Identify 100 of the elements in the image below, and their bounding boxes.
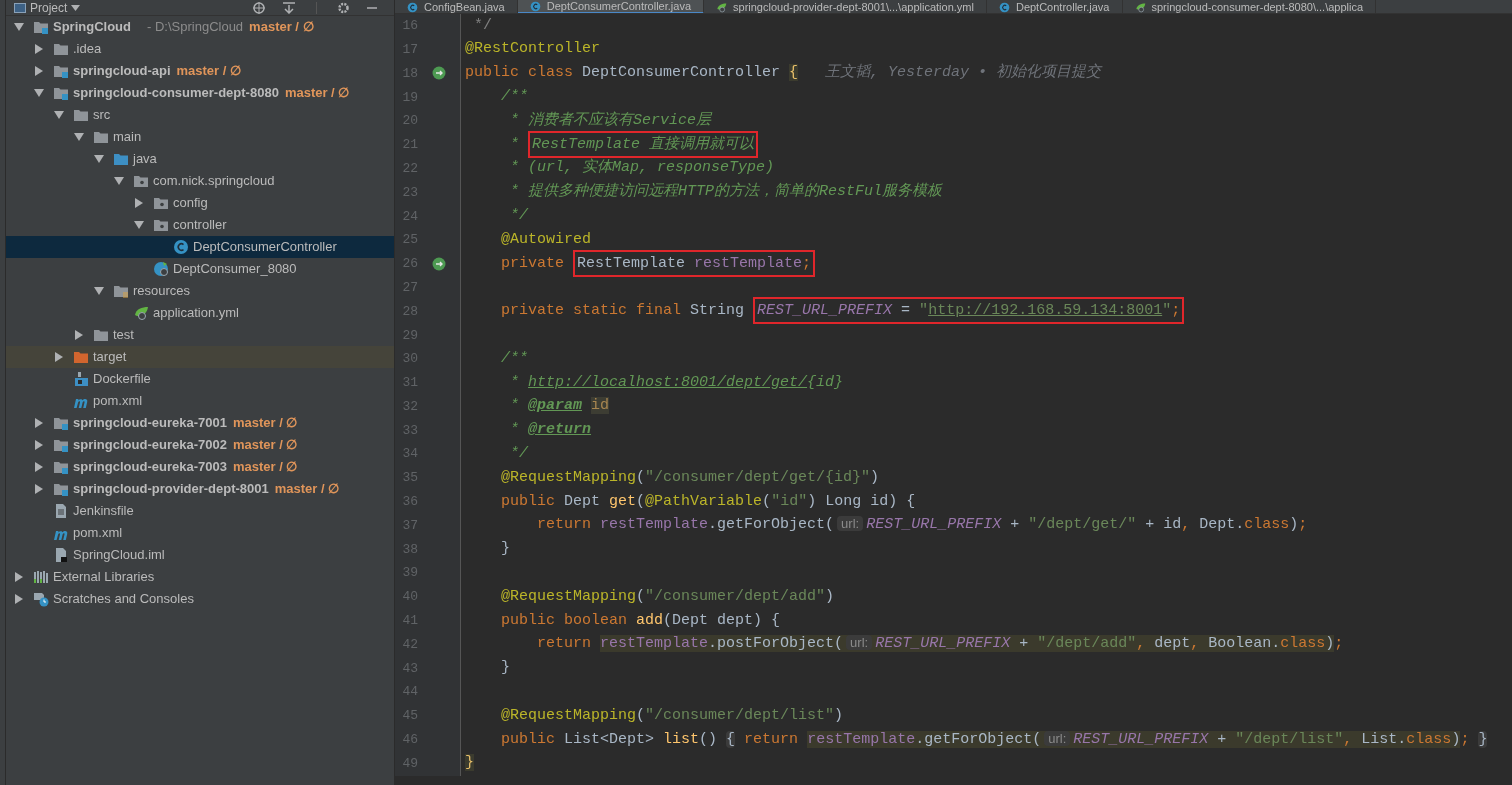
caret-icon[interactable] xyxy=(71,4,81,11)
tree-item[interactable]: springcloud-api master / ∅ xyxy=(6,60,394,82)
path-label: - D:\SpringCloud xyxy=(147,18,244,37)
tree-item[interactable]: springcloud-provider-dept-8001 master / ∅ xyxy=(6,478,394,500)
tree-item[interactable]: resources xyxy=(6,280,394,302)
collapse-arrow-icon[interactable] xyxy=(34,88,44,98)
code-line: */ xyxy=(509,206,528,226)
package-folder-icon xyxy=(133,173,149,189)
tree-item[interactable]: springcloud-eureka-7002 master / ∅ xyxy=(6,434,394,456)
tree-item[interactable]: java xyxy=(6,148,394,170)
tree-item[interactable]: config xyxy=(6,192,394,214)
code-line: */ xyxy=(509,444,528,464)
code-line: * @param id xyxy=(509,396,610,417)
tree-item[interactable]: pom.xml xyxy=(6,390,394,412)
code-line: @Autowired xyxy=(500,229,592,250)
collapse-arrow-icon[interactable] xyxy=(94,286,104,296)
spring-class-icon xyxy=(153,261,169,277)
file-icon xyxy=(53,503,69,519)
module-folder-icon xyxy=(53,63,69,79)
collapse-arrow-icon[interactable] xyxy=(134,220,144,230)
code-line: @RequestMapping("/consumer/dept/get/{id}") xyxy=(500,467,880,488)
collapse-arrow-icon[interactable] xyxy=(94,154,104,164)
panel-title[interactable]: Project xyxy=(30,1,68,14)
code-line: @RequestMapping("/consumer/dept/add") xyxy=(500,586,835,607)
code-line: @RequestMapping("/consumer/dept/list") xyxy=(500,705,844,726)
editor-tab[interactable]: DeptConsumerController.java xyxy=(517,0,705,13)
tree-item[interactable]: target xyxy=(6,346,394,368)
collapse-arrow-icon[interactable] xyxy=(74,132,84,142)
expand-arrow-icon[interactable] xyxy=(34,440,44,450)
leaf-file-icon xyxy=(133,305,149,321)
folder-icon xyxy=(113,283,129,299)
expand-arrow-icon[interactable] xyxy=(14,594,24,604)
library-icon xyxy=(33,569,49,585)
tree-item[interactable]: application.yml xyxy=(6,302,394,324)
file-icon xyxy=(53,547,69,563)
tree-item[interactable]: DeptConsumer_8080 xyxy=(6,258,394,280)
tree-item[interactable]: com.nick.springcloud xyxy=(6,170,394,192)
code-line: public Dept get(@PathVariable("id") Long id) { xyxy=(500,491,916,512)
expand-arrow-icon[interactable] xyxy=(54,352,64,362)
tree-item[interactable]: controller xyxy=(6,214,394,236)
expand-arrow-icon[interactable] xyxy=(14,572,24,582)
expand-arrow-icon[interactable] xyxy=(134,198,144,208)
expand-arrow-icon[interactable] xyxy=(74,330,84,340)
expand-arrow-icon[interactable] xyxy=(34,418,44,428)
class-icon xyxy=(529,0,541,12)
code-line: * 消费者不应该有Service层 xyxy=(509,110,712,131)
folder-icon xyxy=(93,129,109,145)
expand-arrow-icon[interactable] xyxy=(34,484,44,494)
code-line: /** xyxy=(500,348,528,369)
docker-file-icon xyxy=(73,371,89,387)
tree-item[interactable]: main xyxy=(6,126,394,148)
folder-icon xyxy=(73,349,89,365)
tree-item[interactable]: .idea xyxy=(6,38,394,60)
code-line: } xyxy=(500,658,510,679)
code-line: * 提供多种便捷访问远程HTTP的方法，简单的RestFul服务模板 xyxy=(509,181,943,203)
class-icon xyxy=(173,239,189,255)
tree-item[interactable]: pom.xml xyxy=(6,522,394,544)
code-line: return restTemplate.getForObject( url: REST_URL_PREFIX + "/dept/get/" + id, Dept.class); xyxy=(536,515,1308,536)
branch-label: master / ∅ xyxy=(232,436,298,455)
tree-item[interactable]: springcloud-eureka-7003 master / ∅ xyxy=(6,456,394,478)
collapse-arrow-icon[interactable] xyxy=(54,110,64,120)
package-folder-icon xyxy=(153,195,169,211)
expand-arrow-icon[interactable] xyxy=(34,44,44,54)
tree-item[interactable]: SpringCloud - D:\SpringCloud master / ∅ xyxy=(6,16,394,38)
tree-item[interactable]: Dockerfile xyxy=(6,368,394,390)
code-line: public List<Dept> list() { return restTemplate.getForObject( url: REST_URL_PREFIX + "/dept/list", List.class); } xyxy=(500,729,1488,750)
folder-icon xyxy=(113,151,129,167)
branch-label: master / ∅ xyxy=(232,458,298,477)
tree-item[interactable]: src xyxy=(6,104,394,126)
editor-tab[interactable]: springcloud-consumer-dept-8080\...\applica xyxy=(1122,0,1377,13)
branch-label: master / ∅ xyxy=(274,480,340,499)
tree-item[interactable]: SpringCloud.iml xyxy=(6,544,394,566)
folder-icon xyxy=(73,107,89,123)
editor-tab[interactable]: DeptController.java xyxy=(986,0,1123,13)
code-line: } xyxy=(500,539,510,560)
collapse-arrow-icon[interactable] xyxy=(14,22,24,32)
branch-label: master / ∅ xyxy=(176,62,241,81)
settings-icon[interactable] xyxy=(337,1,350,14)
branch-label: master / ∅ xyxy=(249,18,314,37)
class-icon xyxy=(407,1,418,13)
collapse-arrow-icon[interactable] xyxy=(114,176,124,186)
tree-item[interactable]: DeptConsumerController xyxy=(6,236,394,258)
module-folder-icon xyxy=(33,19,49,35)
tree-item[interactable]: test xyxy=(6,324,394,346)
code-line: public class DeptConsumerController { 王文韬, Yesterday • 初始化项目提交 xyxy=(465,62,1102,84)
folder-icon xyxy=(93,327,109,343)
tree-item[interactable]: springcloud-consumer-dept-8080 master / ∅ xyxy=(6,82,394,104)
tree-item[interactable]: Jenkinsfile xyxy=(6,500,394,522)
tree-item[interactable]: Scratches and Consoles xyxy=(6,588,394,610)
folder-icon xyxy=(53,41,69,57)
tree-item[interactable]: springcloud-eureka-7001 master / ∅ xyxy=(6,412,394,434)
editor-tab[interactable]: springcloud-provider-dept-8001\...\application.yml xyxy=(704,0,987,13)
collapse-icon[interactable] xyxy=(282,1,296,14)
scratches-icon xyxy=(33,591,49,607)
expand-arrow-icon[interactable] xyxy=(34,462,44,472)
expand-arrow-icon[interactable] xyxy=(34,66,44,76)
class-icon xyxy=(998,1,1010,13)
package-folder-icon xyxy=(153,217,169,233)
tree-item[interactable]: External Libraries xyxy=(6,566,394,588)
locate-icon[interactable] xyxy=(252,1,266,14)
